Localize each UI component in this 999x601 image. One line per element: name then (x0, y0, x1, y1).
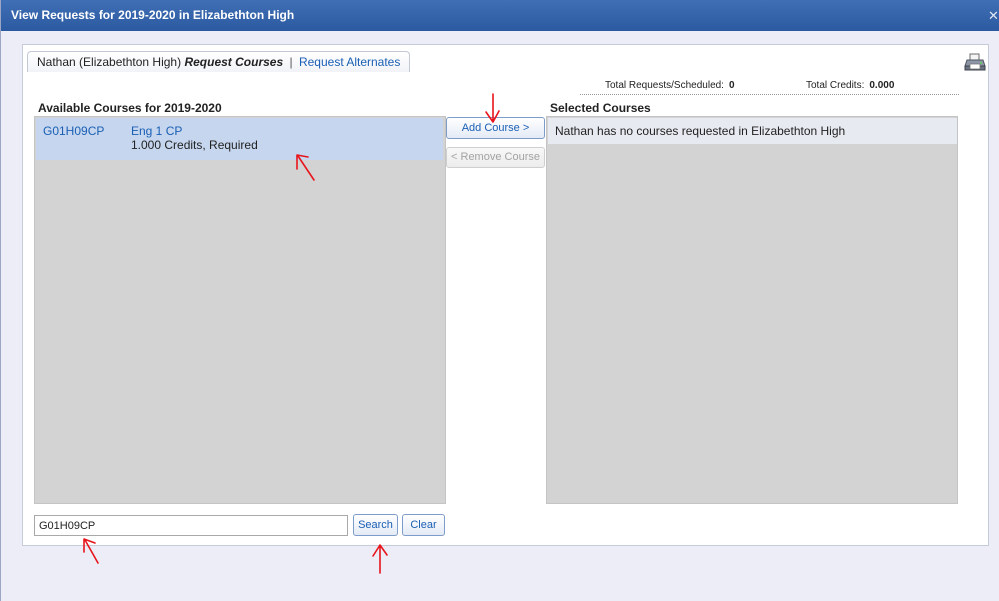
tab-request-alternates[interactable]: Request Alternates (299, 55, 400, 69)
search-button[interactable]: Search (353, 514, 398, 536)
remove-course-button[interactable]: < Remove Course (446, 147, 545, 168)
add-course-button[interactable]: Add Course > (446, 117, 545, 139)
total-credits-value: 0.000 (869, 80, 895, 91)
course-code: G01H09CP (43, 124, 105, 138)
selected-courses-list[interactable]: Nathan has no courses requested in Eliza… (546, 116, 958, 504)
close-icon[interactable]: ✕ (988, 0, 999, 31)
course-row[interactable]: G01H09CP Eng 1 CP 1.000 Credits, Require… (36, 118, 443, 160)
selected-empty-message: Nathan has no courses requested in Eliza… (548, 118, 957, 144)
course-search-input[interactable] (34, 515, 348, 536)
dialog-title: View Requests for 2019-2020 in Elizabeth… (11, 8, 295, 22)
printer-icon[interactable] (964, 53, 986, 71)
view-requests-dialog: View Requests for 2019-2020 in Elizabeth… (0, 0, 999, 601)
tab-bar: Nathan (Elizabethton High) Request Cours… (27, 51, 411, 72)
course-credits: 1.000 Credits, Required (131, 138, 258, 152)
annotation-arrow-search-button (372, 544, 388, 574)
totals-summary: Total Requests/Scheduled: 0 Total Credits… (580, 79, 959, 95)
clear-button[interactable]: Clear (402, 514, 445, 536)
tab-request-courses[interactable]: Request Courses (184, 55, 283, 69)
tab-separator: | (289, 55, 293, 69)
selected-courses-header: Selected Courses (550, 101, 651, 115)
total-requests: Total Requests/Scheduled: 0 (605, 80, 735, 91)
total-credits: Total Credits: 0.000 (806, 80, 895, 91)
available-courses-list[interactable]: G01H09CP Eng 1 CP 1.000 Credits, Require… (34, 116, 446, 504)
course-name: Eng 1 CP (131, 124, 183, 138)
tab-student-name: Nathan (Elizabethton High) (37, 55, 182, 69)
total-requests-value: 0 (728, 80, 735, 91)
available-courses-header: Available Courses for 2019-2020 (38, 101, 222, 115)
dialog-titlebar: View Requests for 2019-2020 in Elizabeth… (1, 0, 999, 31)
